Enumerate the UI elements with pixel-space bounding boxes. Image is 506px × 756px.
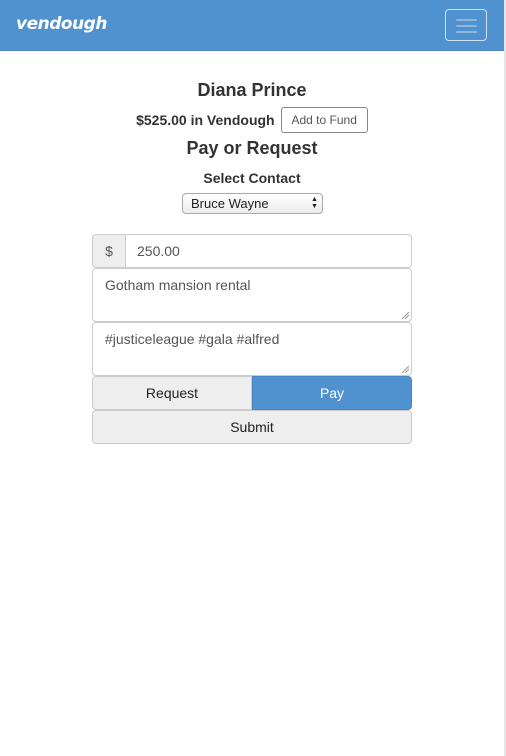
request-button[interactable]: Request — [92, 376, 252, 410]
pay-request-toggle: Request Pay — [92, 376, 412, 410]
contact-select-value: Bruce Wayne — [191, 196, 269, 211]
resize-grip-icon[interactable] — [401, 311, 409, 319]
select-contact-label: Select Contact — [203, 170, 301, 186]
resize-grip-icon[interactable] — [401, 365, 409, 373]
contact-select[interactable]: Bruce Wayne ▲ ▼ — [182, 193, 323, 214]
select-arrows-icon: ▲ ▼ — [311, 196, 318, 210]
navbar: vendough — [0, 0, 504, 51]
submit-button[interactable]: Submit — [92, 410, 412, 444]
tags-textarea[interactable]: #justiceleague #gala #alfred — [92, 322, 412, 376]
note-text: Gotham mansion rental — [105, 277, 251, 293]
pay-button[interactable]: Pay — [252, 376, 412, 410]
user-name: Diana Prince — [197, 80, 307, 100]
amount-input[interactable]: 250.00 — [125, 234, 412, 268]
currency-addon: $ — [92, 234, 126, 268]
add-to-fund-button[interactable]: Add to Fund — [280, 107, 368, 133]
note-textarea[interactable]: Gotham mansion rental — [92, 268, 412, 322]
brand-logo[interactable]: vendough — [16, 14, 107, 34]
balance-row: $525.00 in Vendough Add to Fund — [0, 107, 504, 133]
amount-input-group: $ 250.00 — [92, 234, 412, 268]
tags-text: #justiceleague #gala #alfred — [105, 331, 280, 347]
pay-or-request-heading: Pay or Request — [186, 138, 318, 158]
navbar-toggle-button[interactable] — [445, 9, 487, 41]
balance-text: $525.00 in Vendough — [136, 112, 275, 128]
